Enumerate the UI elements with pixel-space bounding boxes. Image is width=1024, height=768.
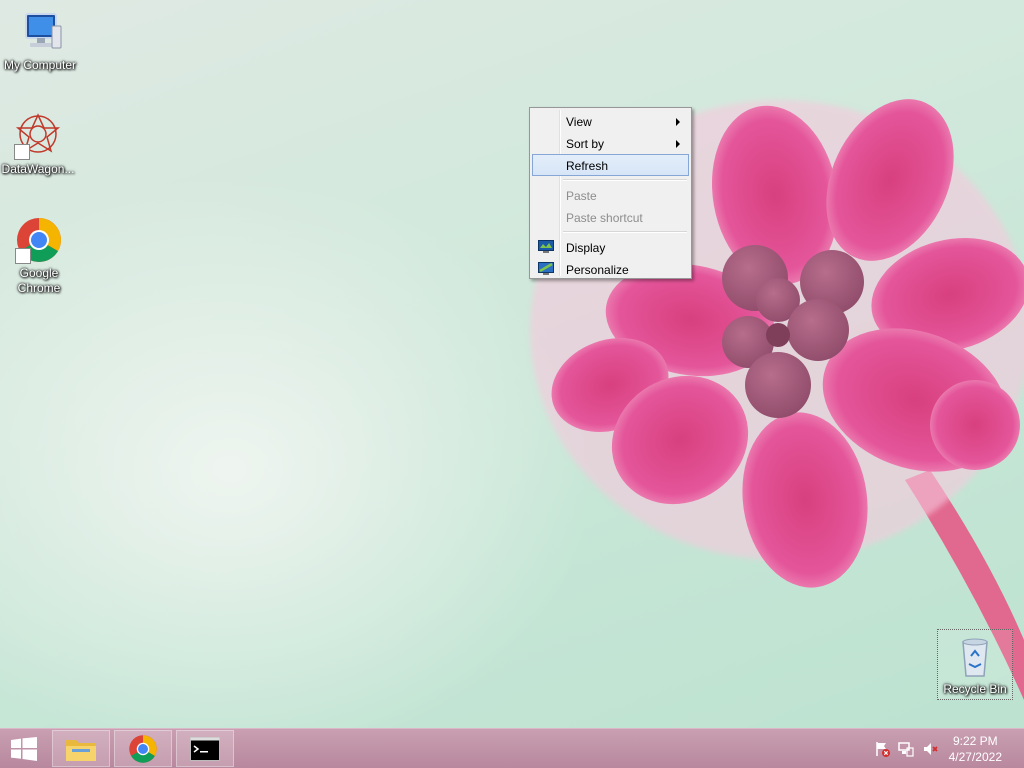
desktop-icon-label: Recycle Bin [943, 682, 1007, 696]
menu-item-label: Display [566, 241, 606, 255]
menu-item-display[interactable]: Display [532, 236, 689, 258]
desktop-icon-recycle-bin[interactable]: Recycle Bin [937, 629, 1013, 700]
menu-item-sort-by[interactable]: Sort by [532, 132, 689, 154]
desktop[interactable]: My Computer DataWagon... Google Chrome R… [0, 0, 1024, 728]
computer-icon [25, 13, 62, 49]
desktop-icon-label: My Computer [3, 58, 77, 72]
start-button[interactable] [0, 730, 48, 767]
menu-item-label: Refresh [566, 159, 609, 173]
menu-item-refresh[interactable]: Refresh [532, 154, 689, 176]
folder-icon [66, 740, 96, 761]
taskbar-clock[interactable]: 9:22 PM 4/27/2022 [949, 733, 1002, 765]
menu-item-paste-shortcut[interactable]: Paste shortcut [532, 206, 689, 228]
menu-item-label: Paste shortcut [566, 211, 643, 225]
action-center-flag-icon[interactable] [874, 741, 890, 757]
menu-item-label: Personalize [566, 263, 629, 277]
display-icon [538, 240, 554, 253]
taskbar-google-chrome[interactable] [114, 730, 172, 767]
desktop-icon-google-chrome[interactable]: Google Chrome [0, 216, 79, 296]
recycle-bin-icon [962, 638, 988, 677]
desktop-context-menu: View Sort by Refresh Paste Paste shortcu… [529, 107, 692, 279]
cmd-icon [190, 737, 220, 761]
menu-item-label: Sort by [566, 137, 605, 151]
taskbar-file-explorer[interactable] [52, 730, 110, 767]
submenu-arrow-icon [676, 118, 680, 126]
menu-separator [563, 179, 687, 181]
desktop-icon-label: Google Chrome [17, 266, 61, 295]
clock-date: 4/27/2022 [948, 750, 1002, 764]
menu-item-personalize[interactable]: Personalize [532, 258, 689, 280]
personalize-icon [538, 262, 554, 275]
chrome-icon [129, 735, 157, 763]
menu-item-label: Paste [566, 189, 597, 203]
menu-item-view[interactable]: View [532, 110, 689, 132]
shortcut-arrow-icon [14, 144, 30, 160]
network-icon[interactable] [898, 741, 914, 757]
menu-item-paste[interactable]: Paste [532, 184, 689, 206]
taskbar-command-prompt[interactable] [176, 730, 234, 767]
desktop-icon-my-computer[interactable]: My Computer [0, 8, 80, 73]
desktop-icon-label: DataWagon... [1, 162, 75, 176]
volume-muted-icon[interactable] [922, 741, 938, 757]
shortcut-arrow-icon [15, 248, 31, 264]
desktop-icon-datawagon[interactable]: DataWagon... [0, 112, 78, 177]
menu-separator [563, 231, 687, 233]
clock-time: 9:22 PM [952, 734, 998, 748]
taskbar: 9:22 PM 4/27/2022 [0, 728, 1024, 768]
wallpaper-flower [530, 99, 1024, 700]
submenu-arrow-icon [676, 140, 680, 148]
windows-logo-icon [11, 737, 37, 761]
menu-item-label: View [566, 115, 592, 129]
